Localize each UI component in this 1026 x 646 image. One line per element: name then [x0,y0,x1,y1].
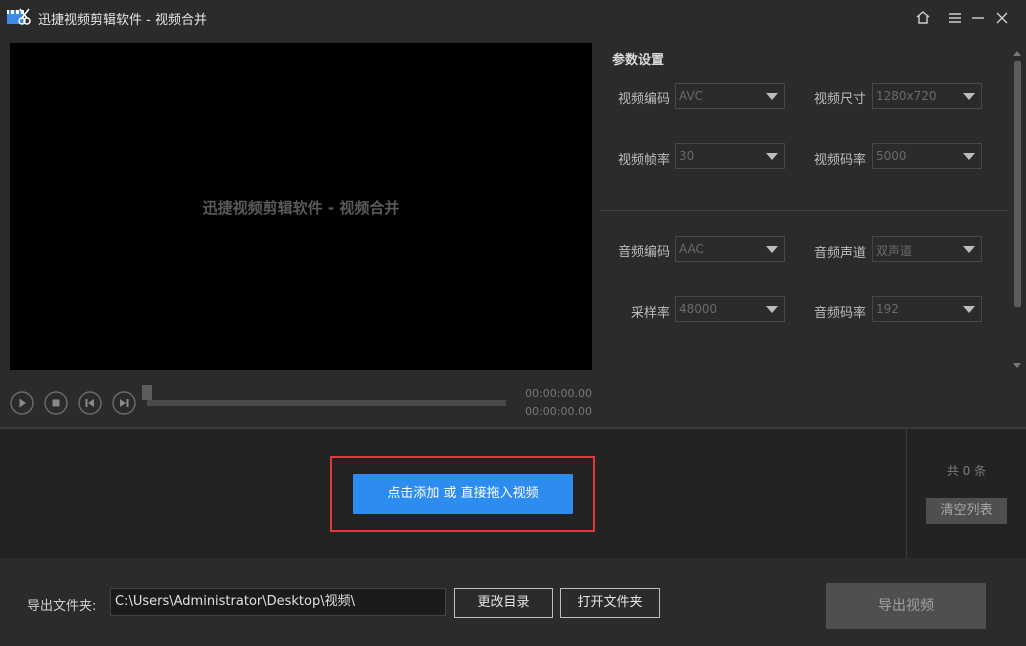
chevron-down-icon [766,246,778,253]
change-directory-button[interactable]: 更改目录 [454,588,553,618]
settings-scrollbar[interactable] [1012,51,1023,368]
sample-rate-value: 48000 [679,302,717,316]
play-icon[interactable] [10,391,34,415]
video-codec-value: AVC [679,89,703,103]
settings-divider [600,210,1010,211]
timeline-track[interactable] [147,400,506,406]
audio-bitrate-value: 192 [876,302,899,316]
clear-list-button[interactable]: 清空列表 [926,498,1007,524]
output-path-field[interactable]: C:\Users\Administrator\Desktop\视频\ [110,588,446,616]
audio-channel-select[interactable]: 双声道 [872,236,982,262]
scroll-up-arrow-icon[interactable] [1013,51,1021,56]
list-count-panel: 共 0 条 清空列表 [906,429,1026,558]
chevron-down-icon [766,93,778,100]
clapperboard-scissors-icon [7,7,31,27]
chevron-down-icon [766,306,778,313]
scroll-down-arrow-icon[interactable] [1013,363,1021,368]
menu-icon[interactable] [945,8,965,28]
close-icon[interactable] [992,8,1012,28]
title-bar: 迅捷视频剪辑软件 - 视频合并 [0,0,1026,35]
frame-rate-select[interactable]: 30 [675,143,785,169]
scroll-thumb[interactable] [1014,61,1021,307]
audio-bitrate-select[interactable]: 192 [872,296,982,322]
video-bitrate-label: 视频码率 [796,149,866,168]
video-bitrate-value: 5000 [876,149,907,163]
video-count: 共 0 条 [907,462,1026,479]
settings-title: 参数设置 [612,49,664,68]
preview-title: 迅捷视频剪辑软件 - 视频合并 [10,197,592,218]
chevron-down-icon [963,246,975,253]
audio-codec-label: 音频编码 [600,241,670,260]
video-preview[interactable]: 迅捷视频剪辑软件 - 视频合并 [10,43,592,370]
audio-codec-value: AAC [679,242,704,256]
video-size-value: 1280x720 [876,89,937,103]
window-title: 迅捷视频剪辑软件 - 视频合并 [38,9,207,28]
chevron-down-icon [963,306,975,313]
chevron-down-icon [963,153,975,160]
stop-icon[interactable] [44,391,68,415]
total-time: 00:00:00.00 [510,405,592,418]
video-bitrate-select[interactable]: 5000 [872,143,982,169]
home-icon[interactable] [913,8,933,28]
output-folder-label: 导出文件夹: [27,595,96,614]
frame-rate-value: 30 [679,149,694,163]
frame-rate-label: 视频帧率 [600,149,670,168]
sample-rate-select[interactable]: 48000 [675,296,785,322]
export-video-button[interactable]: 导出视频 [826,583,986,629]
previous-frame-icon[interactable] [78,391,102,415]
video-codec-label: 视频编码 [600,88,670,107]
timeline-handle[interactable] [142,385,152,400]
video-codec-select[interactable]: AVC [675,83,785,109]
audio-channel-value: 双声道 [876,242,912,259]
settings-panel: 参数设置 视频编码 AVC 视频尺寸 1280x720 视频帧率 30 视频码率… [600,43,1026,370]
add-video-button[interactable]: 点击添加 或 直接拖入视频 [353,474,573,514]
sample-rate-label: 采样率 [600,302,670,321]
audio-codec-select[interactable]: AAC [675,236,785,262]
chevron-down-icon [963,93,975,100]
audio-channel-label: 音频声道 [796,242,866,261]
video-size-select[interactable]: 1280x720 [872,83,982,109]
output-bar: 导出文件夹: C:\Users\Administrator\Desktop\视频… [0,558,1026,646]
chevron-down-icon [766,153,778,160]
audio-bitrate-label: 音频码率 [796,302,866,321]
current-time: 00:00:00.00 [510,387,592,400]
open-folder-button[interactable]: 打开文件夹 [560,588,660,618]
next-frame-icon[interactable] [112,391,136,415]
minimize-icon[interactable] [968,8,988,28]
video-size-label: 视频尺寸 [796,88,866,107]
